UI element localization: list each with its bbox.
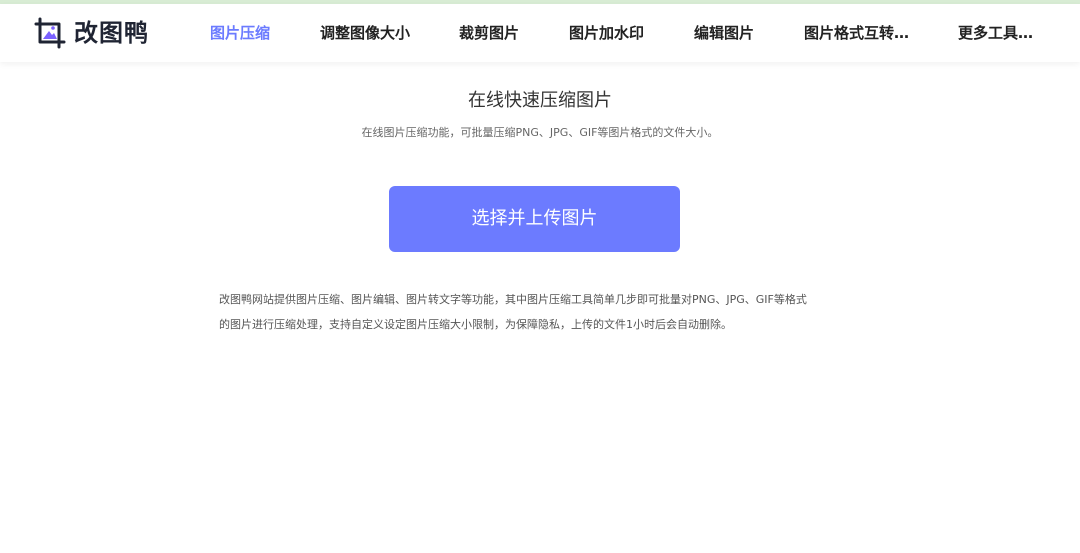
- navbar: 改图鸭 图片压缩 调整图像大小 裁剪图片 图片加水印 编辑图片 图片格式互转… …: [0, 4, 1080, 62]
- nav-item-more-tools[interactable]: 更多工具…: [958, 22, 1033, 44]
- upload-image-button[interactable]: 选择并上传图片: [389, 186, 680, 252]
- description-line-1: 改图鸭网站提供图片压缩、图片编辑、图片转文字等功能，其中图片压缩工具简单几步即可…: [219, 293, 807, 306]
- nav-item-resize-image[interactable]: 调整图像大小: [320, 22, 410, 44]
- page-subtitle: 在线图片压缩功能，可批量压缩PNG、JPG、GIF等图片格式的文件大小。: [361, 126, 719, 139]
- brand-logo[interactable]: 改图鸭: [34, 17, 149, 49]
- description-line-2: 的图片进行压缩处理，支持自定义设定图片压缩大小限制，为保障隐私，上传的文件1小时…: [219, 318, 732, 331]
- feature-description: 改图鸭网站提供图片压缩、图片编辑、图片转文字等功能，其中图片压缩工具简单几步即可…: [219, 287, 859, 337]
- nav-item-edit-image[interactable]: 编辑图片: [694, 22, 754, 44]
- nav-item-format-convert[interactable]: 图片格式互转…: [804, 22, 909, 44]
- nav-item-crop-image[interactable]: 裁剪图片: [459, 22, 519, 44]
- image-crop-icon: [34, 17, 66, 49]
- nav-item-image-compress[interactable]: 图片压缩: [210, 22, 270, 44]
- page-title: 在线快速压缩图片: [468, 90, 612, 111]
- nav-item-add-watermark[interactable]: 图片加水印: [569, 22, 644, 44]
- brand-name: 改图鸭: [74, 19, 149, 47]
